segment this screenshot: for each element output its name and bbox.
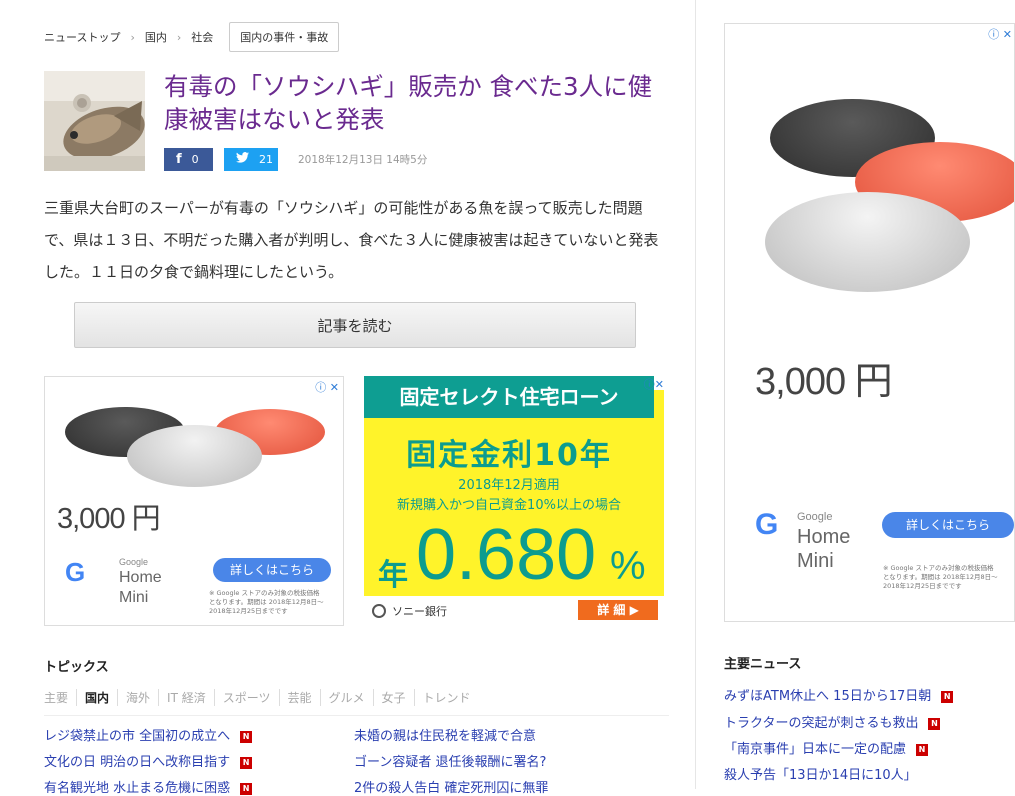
fine-print-line: となります。期間は 2018年12月8日〜	[209, 598, 324, 606]
tab-entertainment[interactable]: 芸能	[278, 689, 320, 706]
ad-brand-small: Google	[119, 557, 149, 567]
facebook-share-button[interactable]: f 0	[164, 148, 213, 171]
topic-link[interactable]: 2件の殺人告白 確定死刑囚に無罪	[354, 777, 548, 796]
breadcrumb: ニューストップ › 国内 › 社会 国内の事件・事故	[44, 22, 340, 52]
topic-link-text: レジ袋禁止の市 全国初の成立へ	[44, 729, 231, 744]
main-news-link-text: みずほATM休止へ 15日から17日朝	[724, 689, 932, 704]
tab-gourmet[interactable]: グルメ	[319, 689, 373, 706]
ad-product-line1: Home	[119, 569, 162, 586]
loan-rate-title: 固定金利10年	[406, 438, 612, 473]
topics-heading: トピックス	[44, 660, 109, 675]
ad-product-line2: Mini	[797, 550, 834, 572]
loan-ad-heading: 固定セレクト住宅ローン	[364, 376, 654, 418]
ad-cta-button[interactable]: 詳しくはこちら	[213, 558, 331, 582]
n-badge-icon: N	[928, 717, 941, 730]
n-badge-icon: N	[916, 743, 929, 756]
main-news-link[interactable]: トラクターの突起が刺さるも救出 N	[724, 712, 941, 731]
google-home-mini-ad[interactable]: ⓘ ✕ 3,000 円 G Google Home Mini 詳しくはこちら ※…	[44, 376, 344, 626]
breadcrumb-society[interactable]: 社会	[191, 29, 213, 45]
chalk-speaker-image	[765, 192, 970, 292]
n-badge-icon: N	[240, 730, 253, 743]
fish-photo-image	[44, 71, 145, 171]
n-badge-icon: N	[240, 756, 253, 769]
loan-line-2: 新規購入かつ自己資金10%以上の場合	[397, 498, 621, 513]
main-news-link-text: トラクターの突起が刺さるも救出	[724, 716, 919, 731]
ad-cta-button[interactable]: 詳しくはこちら	[882, 512, 1014, 538]
topic-link[interactable]: 有名観光地 水止まる危機に困惑 N	[44, 777, 253, 796]
article-thumbnail[interactable]	[44, 71, 145, 171]
chevron-right-icon: ›	[176, 30, 182, 44]
n-badge-icon: N	[941, 690, 954, 703]
facebook-share-count: 0	[191, 153, 199, 166]
close-icon[interactable]: ⓘ✕	[644, 376, 664, 392]
tabs-divider	[44, 715, 669, 716]
loan-bank-name: ソニー銀行	[392, 605, 447, 618]
breadcrumb-current[interactable]: 国内の事件・事故	[229, 22, 340, 52]
twitter-share-count: 21	[259, 153, 273, 166]
ad-product-line2: Mini	[119, 589, 149, 606]
facebook-icon: f	[176, 152, 182, 167]
adchoices-icon[interactable]: ⓘ ✕	[988, 26, 1012, 42]
google-home-mini-sidebar-ad[interactable]: ⓘ ✕ 3,000 円 G Google Home Mini 詳しくはこちら ※…	[724, 23, 1015, 622]
loan-rate-row: 年 0.680 %	[378, 516, 658, 594]
breadcrumb-domestic[interactable]: 国内	[145, 29, 167, 45]
topic-link-text: 文化の日 明治の日へ改称目指す	[44, 755, 231, 770]
read-article-button[interactable]: 記事を読む	[74, 302, 636, 348]
tab-domestic[interactable]: 国内	[76, 689, 117, 706]
loan-rate-prefix: 年	[378, 558, 408, 593]
ad-price: 3,000 円	[57, 503, 161, 535]
topic-link[interactable]: 文化の日 明治の日へ改称目指す N	[44, 751, 253, 770]
loan-detail-label: 詳 細	[597, 603, 626, 617]
sony-bank-logo	[372, 604, 386, 618]
article-title[interactable]: 有毒の「ソウシハギ」販売か 食べた3人に健康被害はないと発表	[164, 70, 674, 136]
twitter-icon	[236, 152, 249, 167]
main-news-link[interactable]: 殺人予告「13日か14日に10人」	[724, 764, 917, 783]
topic-link[interactable]: 未婚の親は住民税を軽減で合意	[354, 725, 536, 744]
ad-product-line1: Home	[797, 526, 851, 548]
ad-price: 3,000 円	[755, 361, 893, 403]
topic-link[interactable]: レジ袋禁止の市 全国初の成立へ N	[44, 725, 253, 744]
loan-ad-footer: ソニー銀行 詳 細 ▶	[364, 596, 664, 626]
fine-print-line: となります。期間は 2018年12月8日〜	[883, 573, 998, 581]
main-news-link-text: 「南京事件」日本に一定の配慮	[724, 742, 907, 757]
breadcrumb-news-top[interactable]: ニューストップ	[44, 29, 120, 45]
main-news-heading: 主要ニュース	[724, 657, 802, 672]
main-news-link[interactable]: みずほATM休止へ 15日から17日朝 N	[724, 685, 954, 704]
tab-trend[interactable]: トレンド	[413, 689, 479, 706]
ad-fine-print: ※ Google ストアのみ対象の税抜価格 となります。期間は 2018年12月…	[883, 564, 1013, 591]
google-g-logo-icon: G	[65, 557, 86, 587]
fine-print-line: 2018年12月25日までです	[209, 607, 288, 615]
tab-world[interactable]: 海外	[117, 689, 158, 706]
tab-women[interactable]: 女子	[372, 689, 414, 706]
adchoices-icon[interactable]: ⓘ ✕	[315, 379, 339, 395]
chevron-right-icon: ›	[130, 30, 135, 44]
tab-main[interactable]: 主要	[44, 689, 76, 706]
main-news-link-text: 殺人予告「13日か14日に10人」	[724, 768, 917, 783]
fine-print-line: ※ Google ストアのみ対象の税抜価格	[209, 589, 320, 597]
loan-rate-value: 0.680	[416, 515, 597, 595]
fine-print-line: ※ Google ストアのみ対象の税抜価格	[883, 564, 994, 572]
loan-detail-button[interactable]: 詳 細 ▶	[578, 600, 658, 620]
column-divider	[695, 0, 696, 789]
google-g-logo-icon: G	[755, 508, 779, 541]
ad-fine-print: ※ Google ストアのみ対象の税抜価格 となります。期間は 2018年12月…	[209, 589, 339, 616]
tab-it-economy[interactable]: IT 経済	[158, 689, 214, 706]
article-summary: 三重県大台町のスーパーが有毒の「ソウシハギ」の可能性がある魚を誤って販売した問題…	[44, 199, 659, 281]
loan-rate-suffix: %	[610, 544, 646, 588]
tab-sports[interactable]: スポーツ	[213, 689, 279, 706]
loan-line-1: 2018年12月適用	[458, 478, 560, 493]
article-date: 2018年12月13日 14時5分	[298, 154, 428, 166]
topic-link[interactable]: ゴーン容疑者 退任後報酬に署名?	[354, 751, 546, 770]
topics-tabs: 主要 国内 海外 IT 経済 スポーツ 芸能 グルメ 女子 トレンド	[44, 689, 479, 706]
sony-bank-loan-ad[interactable]: 固定セレクト住宅ローン ⓘ✕ 固定金利10年 2018年12月適用 新規購入かつ…	[364, 376, 664, 626]
ad-brand-small: Google	[797, 511, 833, 523]
main-news-link[interactable]: 「南京事件」日本に一定の配慮 N	[724, 738, 929, 757]
fine-print-line: 2018年12月25日までです	[883, 582, 962, 590]
chalk-speaker-image	[127, 425, 262, 487]
twitter-share-button[interactable]: 21	[224, 148, 278, 171]
